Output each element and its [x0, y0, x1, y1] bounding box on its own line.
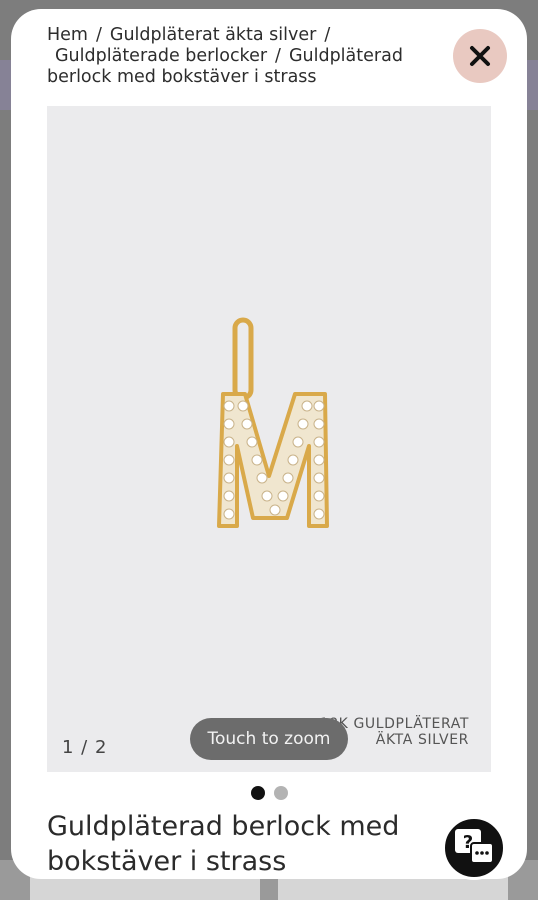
pagination-dot-2[interactable] [273, 786, 288, 800]
help-chat-icon: ? [455, 829, 494, 864]
touch-to-zoom-hint[interactable]: Touch to zoom [190, 718, 348, 760]
breadcrumb: Hem / Guldpläterat äkta silver / Guldpläter… [47, 25, 427, 88]
close-icon [470, 46, 490, 66]
pendant-bail [232, 317, 254, 401]
gallery-pagination [11, 786, 527, 800]
product-title: Guldpläterad berlock med bokstäver i str… [47, 811, 400, 877]
breadcrumb-separator: / [95, 25, 102, 45]
product-image [217, 317, 329, 528]
product-image-gallery[interactable]: 1 / 2 18K GULDPLÄTERAT ÄKTA SILVER Touch… [47, 106, 491, 772]
breadcrumb-separator: / [275, 46, 281, 66]
breadcrumb-level2[interactable]: Guldpläterade berlocker [55, 46, 267, 66]
breadcrumb-level1[interactable]: Guldpläterat äkta silver [110, 25, 316, 45]
breadcrumb-home[interactable]: Hem [47, 25, 88, 45]
pagination-dot-1[interactable] [250, 786, 265, 800]
close-button[interactable] [453, 29, 507, 83]
product-image-modal: Hem / Guldpläterat äkta silver / Guldpläter… [11, 9, 527, 879]
breadcrumb-separator: / [324, 25, 331, 45]
help-chat-button[interactable]: ? [442, 816, 506, 880]
image-counter: 1 / 2 [62, 737, 108, 758]
